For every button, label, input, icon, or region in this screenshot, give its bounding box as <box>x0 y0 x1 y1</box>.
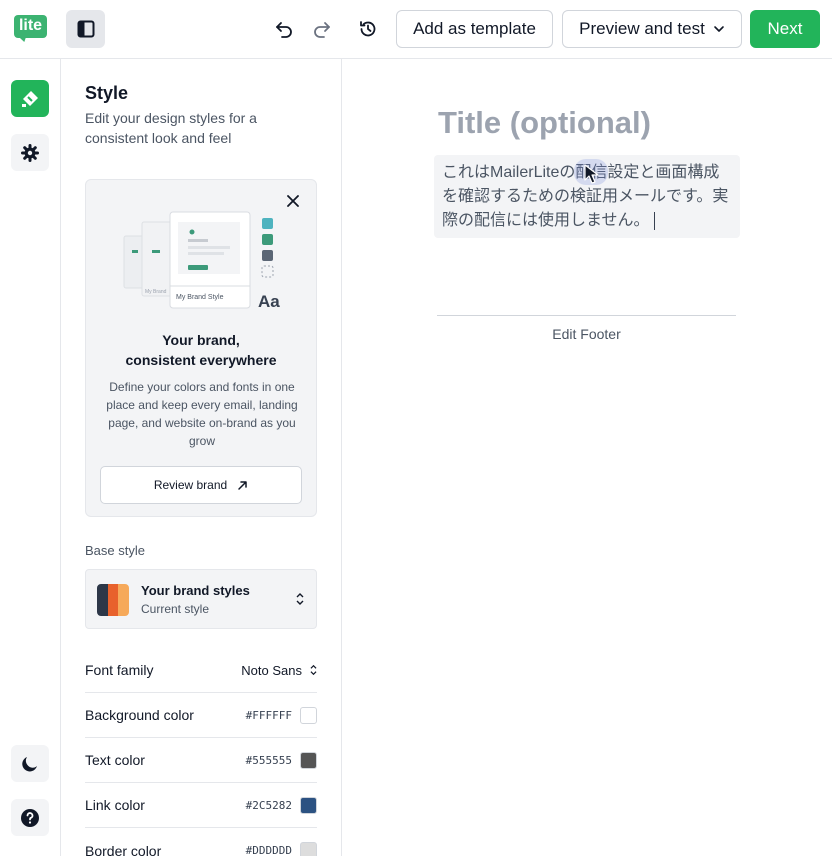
question-icon <box>21 808 39 827</box>
add-as-template-button[interactable]: Add as template <box>396 10 553 48</box>
close-card-button[interactable] <box>284 192 302 210</box>
left-rail <box>0 59 61 856</box>
font-family-row[interactable]: Font family Noto Sans <box>85 648 317 693</box>
next-button[interactable]: Next <box>750 10 820 48</box>
style-panel: Style Edit your design styles for a cons… <box>61 59 342 856</box>
select-arrows-icon <box>310 664 317 676</box>
text-color-label: Text color <box>85 752 145 768</box>
moon-icon <box>22 756 37 771</box>
style-tab-button[interactable] <box>11 80 49 117</box>
close-icon <box>287 195 299 207</box>
border-color-swatch[interactable] <box>300 842 317 856</box>
font-family-value: Noto Sans <box>241 662 302 678</box>
redo-icon <box>314 22 330 38</box>
link-color-row[interactable]: Link color #2C5282 <box>85 783 317 828</box>
gear-icon <box>21 143 39 162</box>
brand-card-headline: Your brand, consistent everywhere <box>125 332 277 368</box>
sidebar-toggle-button[interactable] <box>66 10 105 48</box>
undo-icon <box>276 22 292 38</box>
review-brand-label: Review brand <box>153 478 228 492</box>
mailerlite-logo[interactable]: lite <box>14 15 47 42</box>
email-title-placeholder[interactable]: Title (optional) <box>438 105 651 141</box>
next-label: Next <box>767 19 803 38</box>
background-color-label: Background color <box>85 707 194 723</box>
history-button[interactable] <box>355 16 381 42</box>
border-color-value: #DDDDDD <box>245 844 292 856</box>
preview-and-test-label: Preview and test <box>579 19 705 38</box>
brand-illustration: My Brand Style My Brand Aa <box>122 210 282 312</box>
base-style-select[interactable]: Your brand styles Current style <box>85 569 317 629</box>
link-color-swatch[interactable] <box>300 796 317 814</box>
panel-subtitle: Edit your design styles for a consistent… <box>85 110 257 146</box>
settings-tab-button[interactable] <box>11 134 49 171</box>
text-color-value: #555555 <box>245 753 292 767</box>
illustration-brand-label: My Brand Style <box>176 294 224 301</box>
base-style-subtitle: Current style <box>141 602 210 616</box>
panel-title: Style <box>85 83 129 103</box>
text-color-row[interactable]: Text color #555555 <box>85 738 317 783</box>
footer-divider <box>437 315 736 316</box>
dark-mode-button[interactable] <box>11 745 49 782</box>
top-bar: lite Add as template Preview and test Ne… <box>0 0 832 59</box>
illustration-brand-label-small: My Brand <box>145 289 167 295</box>
base-style-title: Your brand styles <box>141 583 250 598</box>
illustration-font-sample: Aa <box>258 292 280 311</box>
preview-and-test-button[interactable]: Preview and test <box>562 10 742 48</box>
brand-card-description: Define your colors and fonts in one plac… <box>106 380 298 448</box>
history-icon <box>360 21 376 37</box>
border-color-row[interactable]: Border color #DDDDDD <box>85 828 317 856</box>
sidebar-toggle-icon <box>77 20 94 38</box>
link-color-value: #2C5282 <box>245 798 292 812</box>
help-button[interactable] <box>11 799 49 836</box>
add-as-template-label: Add as template <box>413 19 536 38</box>
font-family-label: Font family <box>85 662 154 678</box>
brand-promo-card: My Brand Style My Brand Aa Your brand, c… <box>85 179 317 517</box>
base-style-label: Base style <box>85 543 145 558</box>
background-color-value: #FFFFFF <box>245 708 292 722</box>
border-color-label: Border color <box>85 842 162 856</box>
select-arrows-icon <box>296 593 304 605</box>
text-caret <box>653 211 655 230</box>
email-canvas: Title (optional) これはMailerLiteの配信設定と画面構成… <box>342 59 832 856</box>
text-color-swatch[interactable] <box>300 751 317 769</box>
mouse-pointer-icon <box>584 164 599 184</box>
chevron-down-icon <box>714 26 724 32</box>
review-brand-button[interactable]: Review brand <box>100 466 302 504</box>
edit-footer-link[interactable]: Edit Footer <box>437 326 736 342</box>
external-link-arrow-icon <box>238 480 247 490</box>
background-color-row[interactable]: Background color #FFFFFF <box>85 693 317 738</box>
undo-button[interactable] <box>271 16 297 42</box>
background-color-swatch[interactable] <box>300 706 317 724</box>
brand-style-swatch <box>97 584 129 616</box>
redo-button[interactable] <box>309 16 335 42</box>
paint-brush-icon <box>22 90 38 107</box>
link-color-label: Link color <box>85 797 145 813</box>
